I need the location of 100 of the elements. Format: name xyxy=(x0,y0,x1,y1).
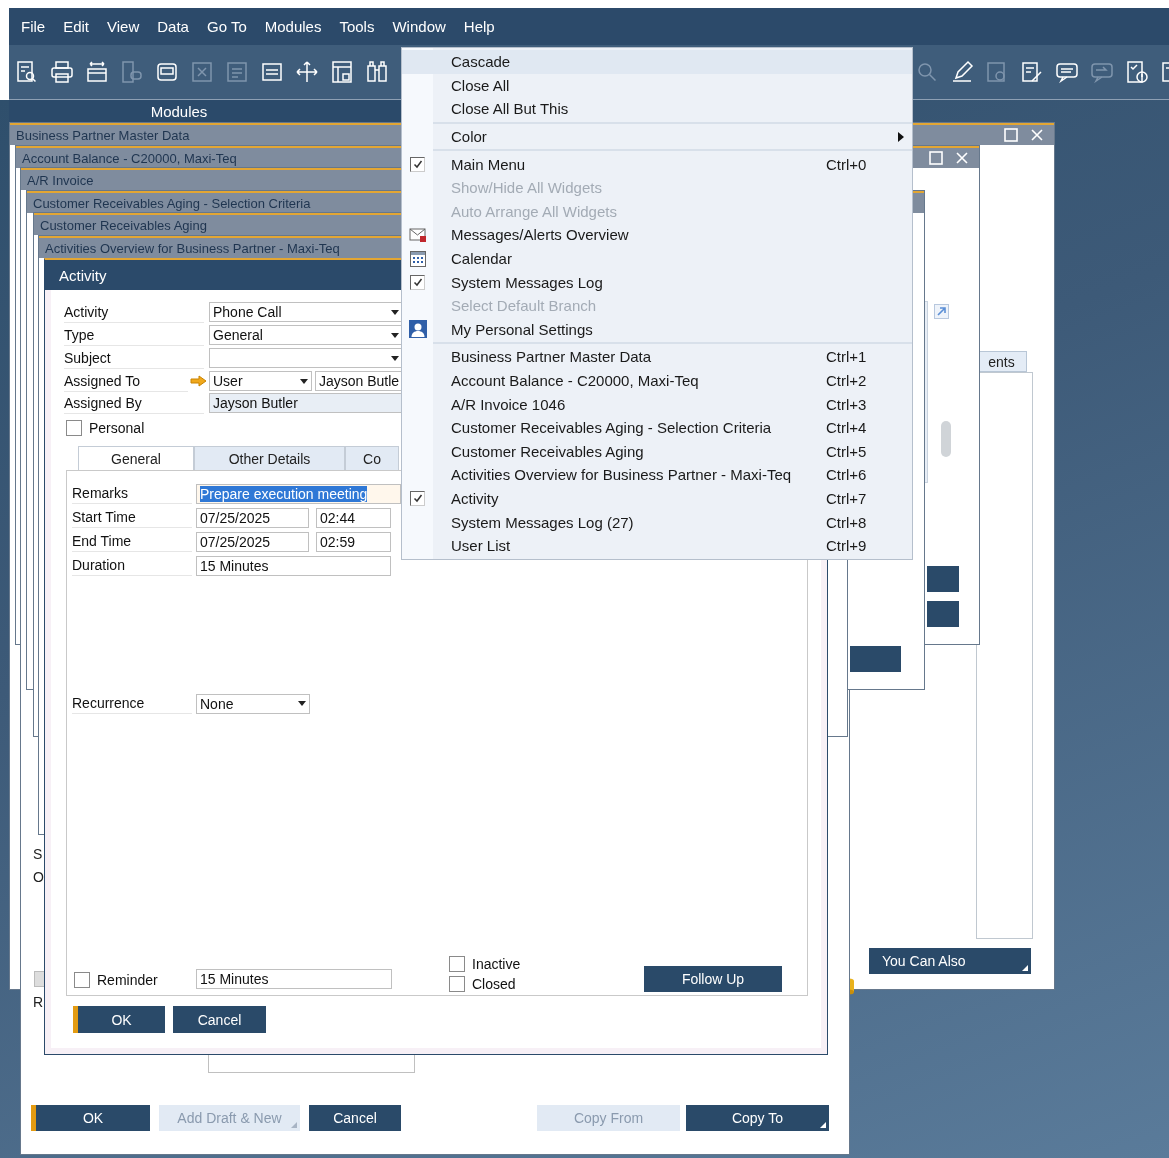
window-title: A/R Invoice xyxy=(27,172,94,188)
menu-item[interactable]: Edit xyxy=(55,14,98,39)
printer-icon[interactable] xyxy=(50,60,74,84)
follow-up-button[interactable]: Follow Up xyxy=(644,966,782,992)
caret-icon xyxy=(298,701,306,706)
move-arrows-icon[interactable] xyxy=(295,60,319,84)
file-icon[interactable] xyxy=(260,60,284,84)
envelope-icon xyxy=(408,226,427,243)
time-field[interactable]: 02:59 xyxy=(316,531,391,552)
menu-item[interactable]: Main Menu Ctrl+0 xyxy=(402,152,912,176)
checkbox[interactable] xyxy=(74,972,90,988)
dropdown[interactable]: General xyxy=(209,325,403,345)
input-field[interactable]: Jayson Butler xyxy=(209,393,403,413)
window-title: Account Balance - C20000, Maxi-Teq xyxy=(22,150,237,166)
field-label: Subject xyxy=(64,349,111,368)
link-arrow-icon[interactable] xyxy=(934,304,949,319)
time-field[interactable]: 02:44 xyxy=(316,507,391,528)
document-search-icon[interactable] xyxy=(15,60,39,84)
dropdown[interactable] xyxy=(209,348,403,368)
input-field[interactable]: Jayson Butle xyxy=(315,371,403,391)
tab[interactable]: Co xyxy=(345,446,399,470)
date-field[interactable]: 07/25/2025 xyxy=(196,507,309,528)
tab[interactable]: General xyxy=(78,446,194,470)
field-label: R xyxy=(33,994,44,1010)
field-label: Recurrence xyxy=(72,693,192,714)
field-label: Type xyxy=(64,326,95,345)
menu-item[interactable]: File xyxy=(13,14,54,39)
field-label: End Time xyxy=(72,531,192,552)
button[interactable]: OK xyxy=(31,1105,150,1131)
button[interactable]: Cancel xyxy=(173,1006,266,1033)
chat-icon[interactable] xyxy=(1055,60,1079,84)
caret-icon xyxy=(300,378,308,384)
checkbox-label: Inactive xyxy=(472,956,521,972)
caret-icon xyxy=(391,309,399,315)
menu-item[interactable]: Cascade xyxy=(402,50,912,74)
checkbox[interactable] xyxy=(449,956,465,972)
menu-item[interactable]: Tools xyxy=(331,14,383,39)
button[interactable]: OK xyxy=(73,1006,165,1033)
checkbox-label: Reminder xyxy=(97,972,158,988)
card-arrows-icon[interactable] xyxy=(85,60,109,84)
pencil-icon[interactable] xyxy=(950,60,974,84)
tab[interactable]: Other Details xyxy=(194,446,345,470)
menu-item[interactable]: Help xyxy=(455,14,503,39)
menu-item[interactable]: Business Partner Master Data Ctrl+1 xyxy=(402,345,912,369)
checklist-alert-icon[interactable] xyxy=(1125,60,1149,84)
document-edit-icon[interactable] xyxy=(1020,60,1044,84)
input-field[interactable]: Prepare execution meeting xyxy=(196,483,401,504)
dropdown[interactable]: User xyxy=(209,371,312,391)
input-field[interactable]: 15 Minutes xyxy=(196,969,392,989)
menu-item[interactable]: Account Balance - C20000, Maxi-Teq Ctrl+2 xyxy=(402,368,912,393)
calendar-icon xyxy=(409,250,426,267)
button[interactable]: Cancel xyxy=(309,1105,401,1131)
layout-lock-icon[interactable] xyxy=(330,60,354,84)
scrollbar-thumb[interactable] xyxy=(941,421,951,457)
checkbox[interactable] xyxy=(66,420,82,436)
dropdown[interactable]: Phone Call xyxy=(209,302,403,322)
menu-item[interactable]: Messages/Alerts Overview xyxy=(402,223,912,247)
field-label: Start Time xyxy=(72,507,192,528)
menu-item[interactable]: Color xyxy=(402,124,912,149)
menu-item[interactable]: Data xyxy=(149,14,197,39)
dropdown-corner-icon xyxy=(820,1122,826,1128)
button[interactable]: Copy To xyxy=(686,1105,829,1131)
field-label: S xyxy=(33,846,43,862)
menu-item[interactable]: Activity Ctrl+7 xyxy=(402,486,912,511)
menu-item[interactable]: Go To xyxy=(198,14,255,39)
binoculars-icon[interactable] xyxy=(365,60,389,84)
menu-item[interactable]: Customer Receivables Aging - Selection Criteria Ctrl+4 xyxy=(402,415,912,440)
field-label: Activity xyxy=(64,303,109,322)
window-title: Customer Receivables Aging xyxy=(40,217,207,233)
caret-icon xyxy=(391,332,399,338)
maximize-button[interactable] xyxy=(927,149,945,167)
menu-item[interactable]: System Messages Log (27) Ctrl+8 xyxy=(402,510,912,534)
you-can-also-button[interactable]: You Can Also xyxy=(869,948,1031,974)
dropdown[interactable]: None xyxy=(196,693,310,714)
menu-item[interactable]: Customer Receivables Aging Ctrl+5 xyxy=(402,439,912,464)
dropdown-corner-icon xyxy=(1022,965,1028,971)
window-title: Activity xyxy=(59,266,107,284)
input-field[interactable]: 15 Minutes xyxy=(196,555,391,576)
menu-item[interactable]: User List Ctrl+9 xyxy=(402,533,912,558)
arrow-icon xyxy=(190,375,207,387)
checkbox[interactable] xyxy=(449,976,465,992)
field-label: Remarks xyxy=(72,483,192,504)
menu-item[interactable]: A/R Invoice 1046 Ctrl+3 xyxy=(402,392,912,416)
maximize-button[interactable] xyxy=(1002,126,1020,144)
field-label: Duration xyxy=(72,555,192,576)
menu-item[interactable]: Calendar xyxy=(402,246,912,271)
checkbox-label: Personal xyxy=(89,420,145,436)
menu-item[interactable]: Close All xyxy=(402,73,912,98)
window-icon[interactable] xyxy=(155,60,179,84)
menu-item[interactable]: View xyxy=(99,14,148,39)
field-label: Assigned To xyxy=(64,370,188,392)
menu-item[interactable]: Modules xyxy=(256,14,330,39)
menu-item[interactable]: System Messages Log xyxy=(402,270,912,294)
date-field[interactable]: 07/25/2025 xyxy=(196,531,309,552)
caret-icon xyxy=(391,355,399,361)
menu-item[interactable]: Window xyxy=(384,14,454,39)
menu-item[interactable]: Activities Overview for Business Partner - Maxi-Teq Ctrl+6 xyxy=(402,463,912,487)
dropdown-corner-icon xyxy=(291,1122,297,1128)
user-icon xyxy=(408,320,427,339)
menu-item[interactable]: My Personal Settings xyxy=(402,317,912,342)
